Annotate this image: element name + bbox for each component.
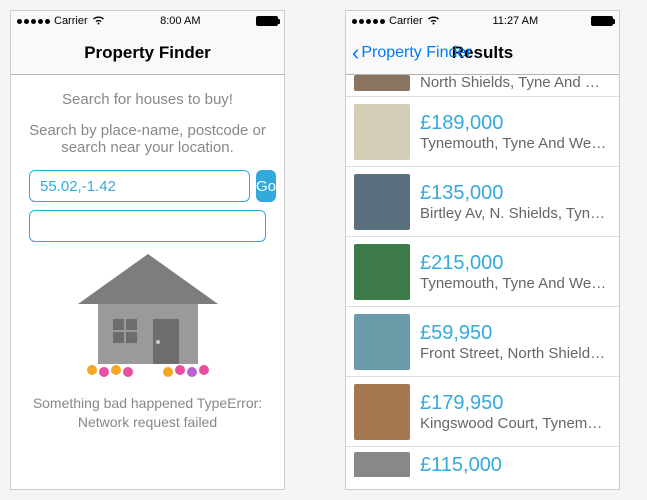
result-row[interactable]: £189,000Tynemouth, Tyne And Wear…	[346, 97, 619, 167]
wifi-icon	[427, 15, 440, 28]
result-text: £135,000Birtley Av, N. Shields, Tyne…	[420, 182, 611, 222]
error-message: Something bad happened TypeError: Networ…	[29, 394, 266, 432]
search-input[interactable]	[29, 170, 250, 202]
result-thumbnail	[354, 384, 410, 440]
result-address: Kingswood Court, Tynemo…	[420, 415, 610, 432]
signal-icon	[17, 19, 50, 24]
intro-line-2: Search by place-name, postcode or search…	[29, 122, 266, 156]
result-text: £179,950Kingswood Court, Tynemo…	[420, 392, 611, 432]
nav-bar: Property Finder	[11, 31, 284, 75]
result-row[interactable]: £59,950Front Street, North Shields,…	[346, 307, 619, 377]
search-content: Search for houses to buy! Search by plac…	[11, 75, 284, 448]
signal-icon	[352, 19, 385, 24]
nav-title: Property Finder	[84, 43, 211, 63]
location-input[interactable]	[29, 210, 266, 242]
result-thumbnail	[354, 75, 410, 91]
battery-icon	[591, 16, 613, 26]
status-bar: Carrier 11:27 AM	[346, 11, 619, 31]
result-row[interactable]: North Shields, Tyne And W…	[346, 75, 619, 97]
status-left: Carrier	[352, 15, 440, 28]
result-price: £215,000	[420, 252, 611, 275]
intro-line-1: Search for houses to buy!	[29, 91, 266, 108]
result-price: £115,000	[420, 454, 611, 477]
result-price: £59,950	[420, 322, 611, 345]
result-address: Tynemouth, Tyne And Wear…	[420, 275, 610, 292]
back-label: Property Finder	[361, 44, 471, 62]
result-text: North Shields, Tyne And W…	[420, 75, 611, 91]
result-price: £135,000	[420, 182, 611, 205]
wifi-icon	[92, 15, 105, 28]
status-time: 11:27 AM	[492, 15, 538, 27]
status-time: 8:00 AM	[160, 15, 200, 27]
result-text: £189,000Tynemouth, Tyne And Wear…	[420, 112, 611, 152]
result-address: Birtley Av, N. Shields, Tyne…	[420, 205, 610, 222]
result-text: £115,000	[420, 454, 611, 477]
result-row[interactable]: £215,000Tynemouth, Tyne And Wear…	[346, 237, 619, 307]
go-button[interactable]: Go	[256, 170, 276, 202]
status-left: Carrier	[17, 15, 105, 28]
result-address: Front Street, North Shields,…	[420, 345, 610, 362]
phone-results-screen: Carrier 11:27 AM ‹ Property Finder Resul…	[345, 10, 620, 490]
result-row[interactable]: £179,950Kingswood Court, Tynemo…	[346, 377, 619, 447]
result-thumbnail	[354, 104, 410, 160]
battery-icon	[256, 16, 278, 26]
back-button[interactable]: ‹ Property Finder	[352, 31, 472, 74]
result-text: £215,000Tynemouth, Tyne And Wear…	[420, 252, 611, 292]
search-row: Go	[29, 170, 266, 202]
result-row[interactable]: £135,000Birtley Av, N. Shields, Tyne…	[346, 167, 619, 237]
result-thumbnail	[354, 174, 410, 230]
result-address: North Shields, Tyne And W…	[420, 75, 610, 91]
result-text: £59,950Front Street, North Shields,…	[420, 322, 611, 362]
chevron-left-icon: ‹	[352, 42, 359, 64]
result-thumbnail	[354, 452, 410, 477]
phone-search-screen: Carrier 8:00 AM Property Finder Search f…	[10, 10, 285, 490]
result-thumbnail	[354, 314, 410, 370]
result-thumbnail	[354, 244, 410, 300]
result-price: £189,000	[420, 112, 611, 135]
result-price: £179,950	[420, 392, 611, 415]
status-bar: Carrier 8:00 AM	[11, 11, 284, 31]
house-icon	[68, 254, 228, 384]
result-address: Tynemouth, Tyne And Wear…	[420, 135, 610, 152]
result-row[interactable]: £115,000	[346, 447, 619, 477]
results-list[interactable]: North Shields, Tyne And W…£189,000Tynemo…	[346, 75, 619, 477]
carrier-label: Carrier	[54, 15, 88, 27]
carrier-label: Carrier	[389, 15, 423, 27]
nav-bar: ‹ Property Finder Results	[346, 31, 619, 75]
